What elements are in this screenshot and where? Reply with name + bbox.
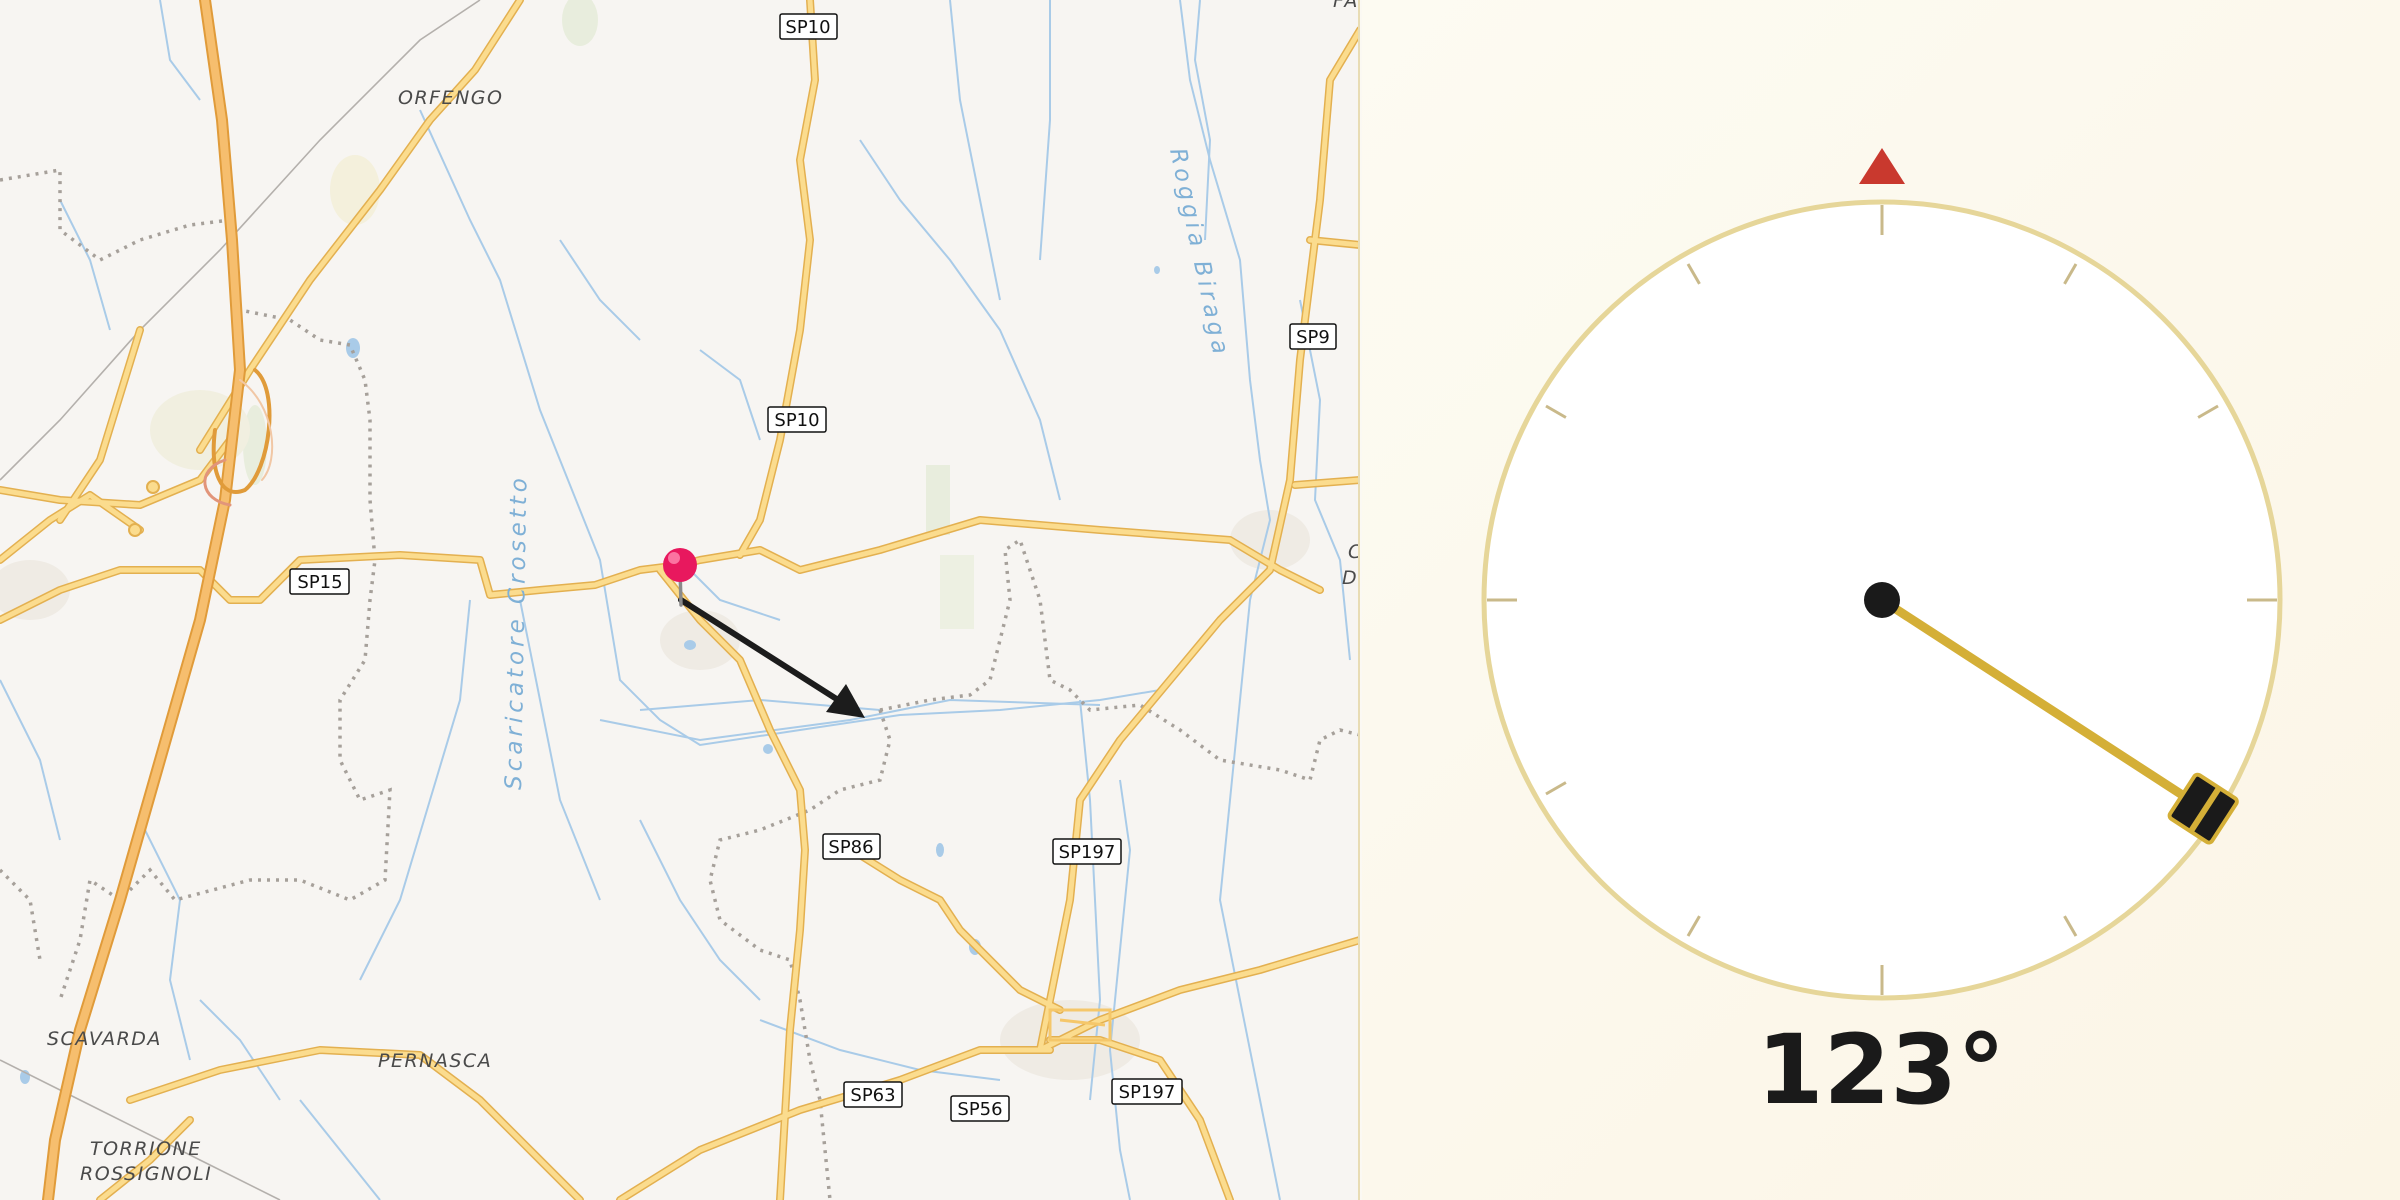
place-labels: ORFENGO SCAVARDA PERNASCA TORRIONE ROSSI… bbox=[47, 0, 1360, 1185]
map-view[interactable]: ORFENGO SCAVARDA PERNASCA TORRIONE ROSSI… bbox=[0, 0, 1360, 1200]
road-shield-sp197-bottom: SP197 bbox=[1111, 1078, 1183, 1105]
boundary-lines bbox=[0, 167, 1358, 1200]
road-shield-sp15: SP15 bbox=[289, 568, 350, 595]
svg-text:SP9: SP9 bbox=[1296, 327, 1330, 348]
place-label-torrione: TORRIONE bbox=[90, 1138, 202, 1160]
svg-text:SP63: SP63 bbox=[850, 1085, 895, 1106]
road-shield-sp197: SP197 bbox=[1052, 838, 1122, 865]
compass-pivot bbox=[1864, 582, 1900, 618]
road-shield-sp56: SP56 bbox=[950, 1095, 1010, 1122]
road-shield-sp10: SP10 bbox=[767, 406, 827, 433]
road-shield-sp9: SP9 bbox=[1289, 323, 1337, 350]
green-areas bbox=[243, 0, 974, 629]
place-label-pernasca: PERNASCA bbox=[378, 1050, 492, 1072]
river-label-scaricatore-crosetto: Scaricatore Crosetto bbox=[501, 474, 533, 790]
place-label-rossignoli: ROSSIGNOLI bbox=[80, 1163, 212, 1185]
svg-text:SP86: SP86 bbox=[828, 837, 873, 858]
svg-text:SP15: SP15 bbox=[297, 572, 342, 593]
map-canvas: ORFENGO SCAVARDA PERNASCA TORRIONE ROSSI… bbox=[0, 0, 1360, 1200]
svg-text:SP10: SP10 bbox=[774, 410, 819, 431]
place-label-orfengo: ORFENGO bbox=[398, 87, 503, 109]
place-label-partial-top: FA bbox=[1333, 0, 1359, 12]
svg-text:SP197: SP197 bbox=[1059, 842, 1116, 863]
compass-panel: 123° bbox=[1362, 0, 2400, 1200]
heading-readout: 123° bbox=[1756, 1014, 2006, 1126]
map-pin-icon[interactable] bbox=[663, 548, 697, 607]
place-label-scavarda: SCAVARDA bbox=[47, 1028, 162, 1050]
svg-text:SP10: SP10 bbox=[785, 17, 830, 38]
river-labels: Scaricatore Crosetto Roggia Biraga bbox=[501, 146, 1234, 790]
river-label-roggia-biraga: Roggia Biraga bbox=[1164, 146, 1234, 360]
north-triangle-icon bbox=[1859, 148, 1905, 184]
svg-text:SP56: SP56 bbox=[957, 1099, 1002, 1120]
road-shield-sp86: SP86 bbox=[822, 833, 881, 860]
svg-text:SP197: SP197 bbox=[1119, 1082, 1176, 1103]
place-label-partial-d: D bbox=[1342, 567, 1358, 589]
place-label-partial-c: C bbox=[1348, 541, 1360, 563]
road-shield-sp10-top: SP10 bbox=[779, 13, 838, 40]
road-shield-sp63: SP63 bbox=[843, 1081, 903, 1108]
